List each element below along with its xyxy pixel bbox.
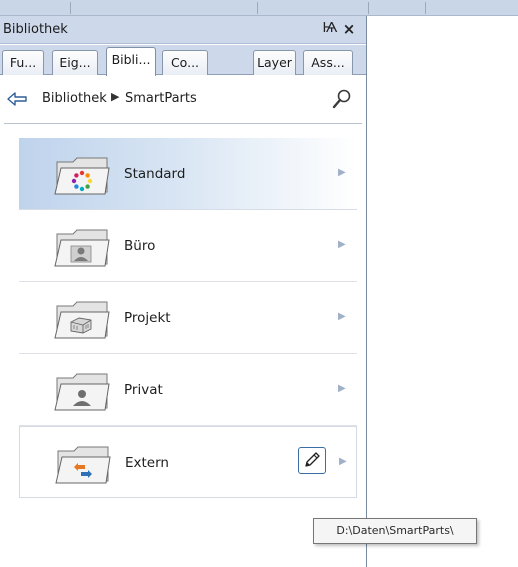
list-item-label: Privat [124, 382, 163, 398]
list-item-standard[interactable]: Standard ▶ [19, 138, 357, 210]
search-magnifier-icon[interactable] [331, 88, 353, 110]
list-item-label: Extern [125, 455, 169, 471]
list-item-privat[interactable]: Privat ▶ [19, 354, 357, 426]
close-icon[interactable]: × [341, 20, 357, 38]
tab-assistant[interactable]: Ass... [303, 50, 353, 75]
list-item-projekt[interactable]: Projekt ▶ [19, 282, 357, 354]
list-item-label: Projekt [124, 310, 171, 326]
chevron-right-icon[interactable]: ▶ [338, 383, 346, 394]
list-item-buero[interactable]: Büro ▶ [19, 210, 357, 282]
panel-title: Bibliothek [3, 22, 68, 37]
edit-path-button[interactable] [298, 447, 326, 474]
back-arrow-icon[interactable] [6, 89, 28, 109]
tab-layer[interactable]: Layer [253, 50, 296, 75]
strip-separator [257, 2, 258, 14]
chevron-right-icon[interactable]: ▶ [338, 239, 346, 250]
folder-building-icon [54, 301, 110, 339]
panel-titlebar[interactable]: Bibliothek Ѩ × [0, 16, 366, 44]
library-panel: Bibliothek Ѩ × Fu... Eig... Bibli... Co.… [0, 16, 367, 567]
folder-user-icon [54, 373, 110, 411]
strip-separator [368, 2, 369, 14]
folder-color-wheel-icon [54, 157, 110, 195]
tab-connect[interactable]: Co... [162, 50, 208, 75]
strip-separator [70, 2, 71, 14]
path-tooltip: D:\Daten\SmartParts\ [313, 518, 477, 544]
tab-row: Fu... Eig... Bibli... Co... Layer Ass... [0, 45, 366, 76]
pencil-icon [305, 452, 320, 467]
tab-library[interactable]: Bibli... [106, 47, 156, 76]
top-strip [0, 0, 518, 16]
chevron-right-icon[interactable]: ▶ [338, 311, 346, 322]
list-item-label: Standard [124, 166, 186, 182]
pin-icon[interactable]: Ѩ [322, 20, 338, 38]
breadcrumb-root[interactable]: Bibliothek [42, 91, 107, 106]
strip-separator [425, 2, 426, 14]
folder-person-icon [54, 229, 110, 267]
list-item-label: Büro [124, 238, 156, 254]
breadcrumb-current[interactable]: SmartParts [125, 91, 197, 106]
chevron-right-icon[interactable]: ▶ [339, 456, 347, 467]
breadcrumb-separator-icon: ▶ [111, 90, 120, 103]
folder-transfer-icon [55, 446, 111, 484]
tab-functions[interactable]: Fu... [2, 50, 44, 75]
breadcrumb-bar: Bibliothek ▶ SmartParts [4, 76, 362, 124]
chevron-right-icon[interactable]: ▶ [338, 167, 346, 178]
tab-properties[interactable]: Eig... [52, 50, 98, 75]
list-item-extern[interactable]: Extern ▶ [19, 426, 357, 498]
